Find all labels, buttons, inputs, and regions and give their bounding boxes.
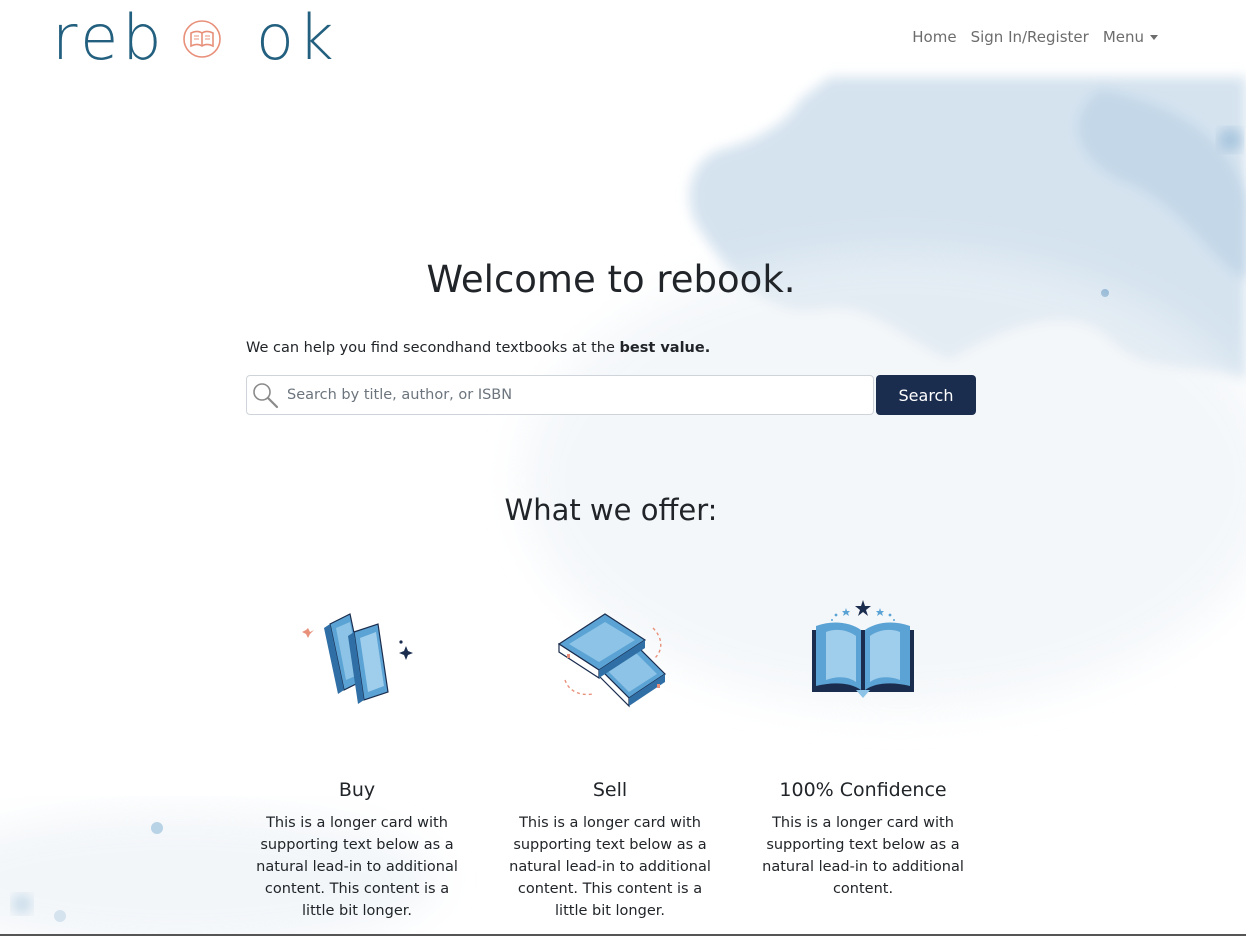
tagline-text: We can help you find secondhand textbook… xyxy=(246,340,620,356)
nav-menu-label: Menu xyxy=(1102,28,1144,46)
offer-card-confidence: 100% Confidence This is a longer card wi… xyxy=(753,588,973,900)
book-logo-icon xyxy=(183,20,221,58)
books-pile-icon xyxy=(557,613,666,708)
page: reb ok Home Sign In/Register Menu Welcom… xyxy=(0,0,1246,936)
card-text: This is a longer card with supporting te… xyxy=(256,815,458,919)
logo-text-right: ok xyxy=(256,1,338,74)
card-title: Sell xyxy=(592,779,628,801)
card-text: This is a longer card with supporting te… xyxy=(762,815,964,897)
nav-menu-dropdown[interactable]: Menu xyxy=(1103,26,1158,48)
books-stack-icon xyxy=(302,613,413,704)
search-icon xyxy=(253,383,279,409)
nav-home-link[interactable]: Home xyxy=(912,26,956,48)
search-box xyxy=(246,375,874,415)
offers-title: What we offer: xyxy=(504,493,718,527)
caret-down-icon xyxy=(1150,34,1158,40)
open-book-icon xyxy=(812,600,914,698)
hero-title: Welcome to rebook. xyxy=(426,258,796,301)
hero-tagline: We can help you find secondhand textbook… xyxy=(246,340,710,356)
card-text: This is a longer card with supporting te… xyxy=(509,815,711,919)
tagline-bold: best value. xyxy=(619,340,711,356)
card-title: Buy xyxy=(338,779,376,801)
card-title: 100% Confidence xyxy=(779,779,947,801)
search-button[interactable]: Search xyxy=(876,375,976,415)
brand-logo[interactable]: reb ok xyxy=(52,1,334,74)
top-nav: Home Sign In/Register Menu xyxy=(912,26,1158,48)
logo-text-left: reb xyxy=(52,1,166,74)
offer-card-sell: Sell This is a longer card with supporti… xyxy=(500,588,720,922)
search-input[interactable] xyxy=(285,377,873,413)
offer-card-buy: Buy This is a longer card with supportin… xyxy=(247,588,467,922)
nav-sign-in-register-link[interactable]: Sign In/Register xyxy=(971,26,1089,48)
